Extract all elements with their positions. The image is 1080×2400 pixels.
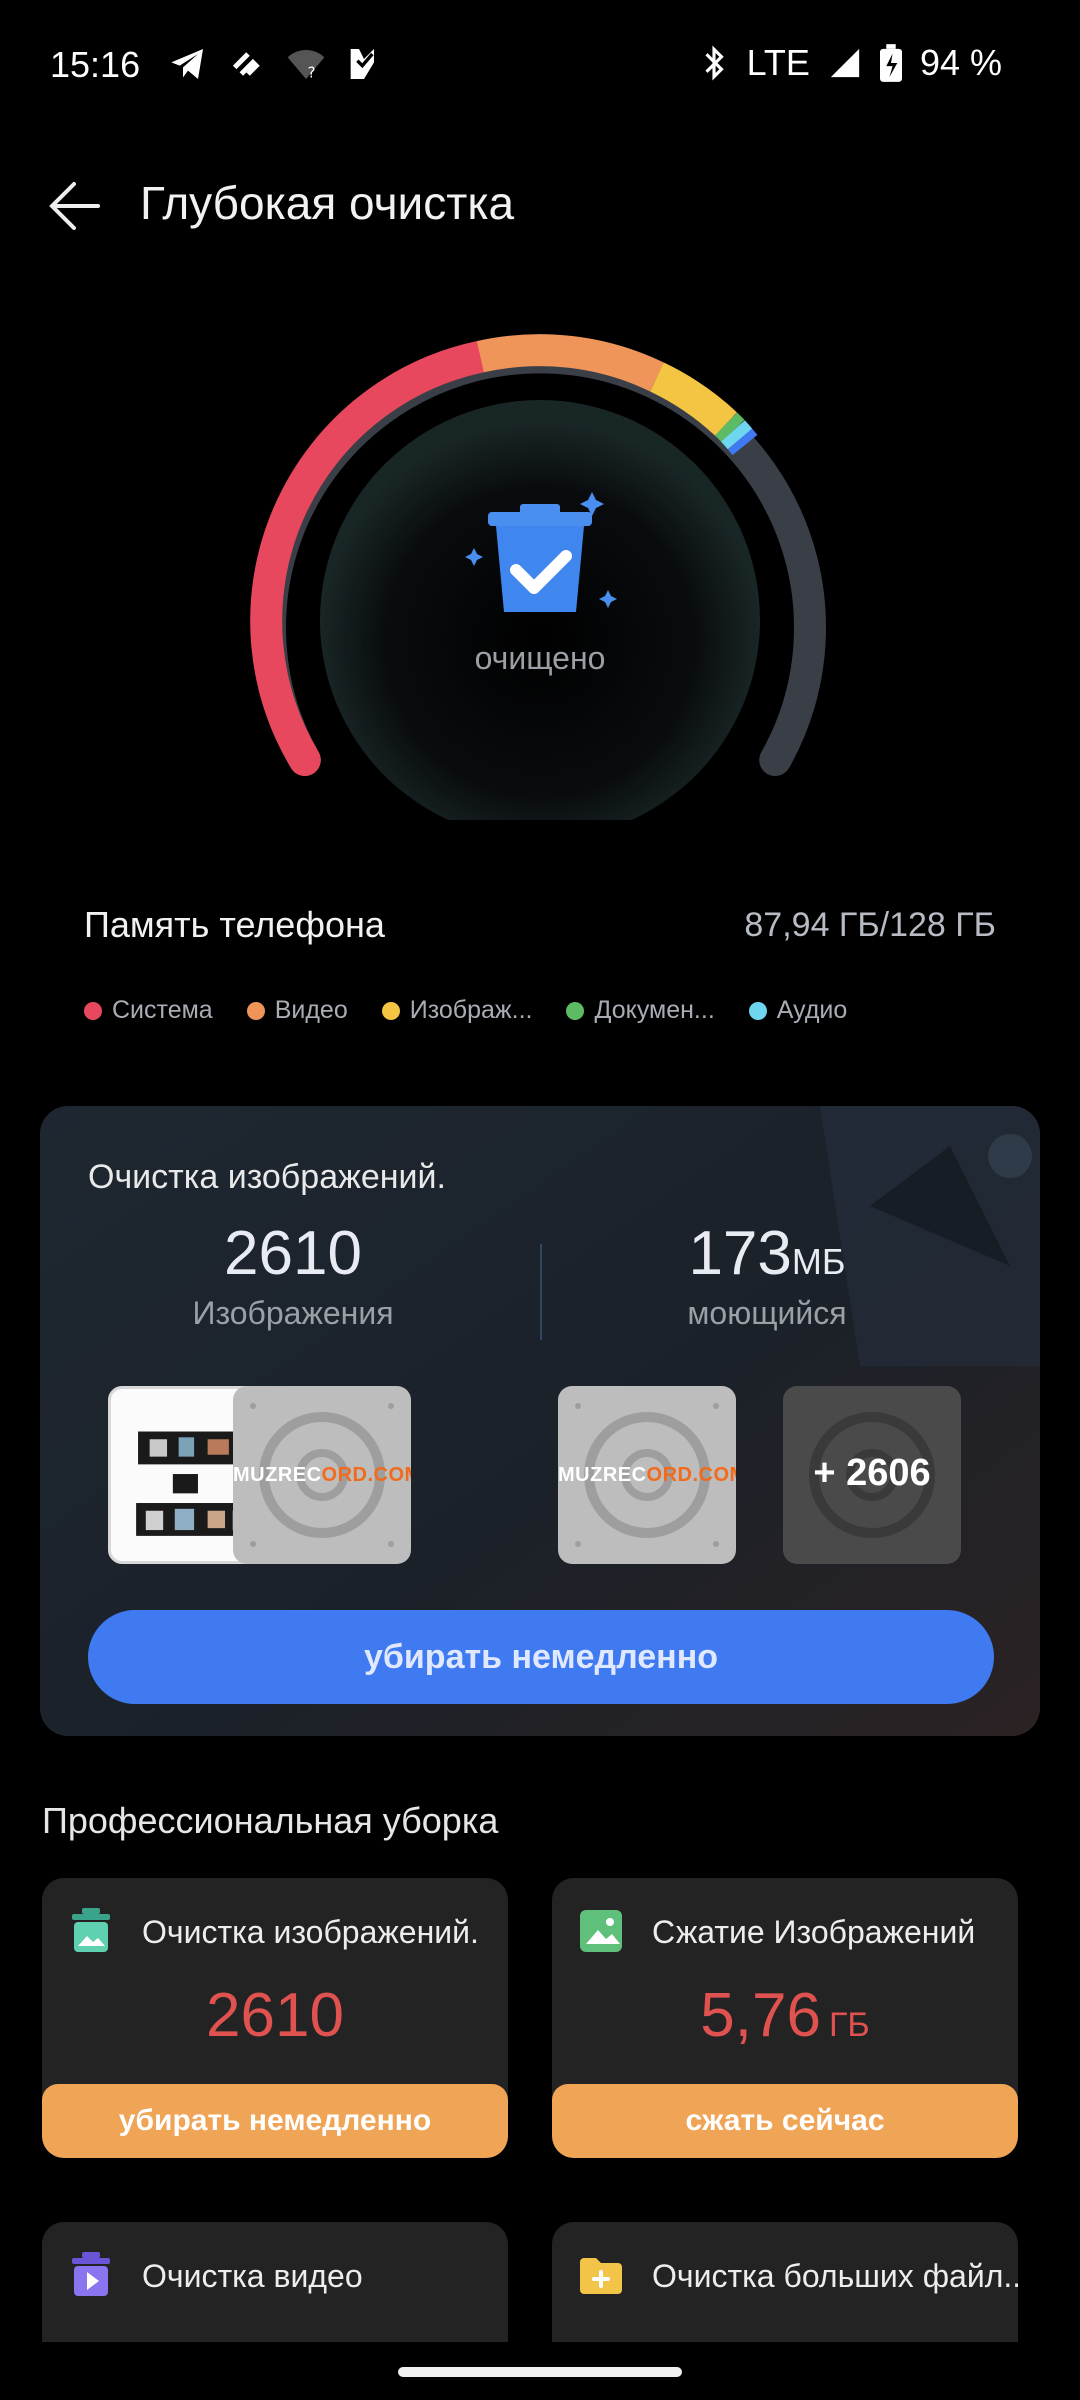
status-bar: 15:16 ? LTE 94 % bbox=[0, 0, 1080, 130]
gauge-status: очищено bbox=[474, 640, 606, 676]
legend-label: Изображ... bbox=[409, 996, 533, 1024]
signal-icon bbox=[830, 48, 860, 78]
folder-plus-icon bbox=[580, 2258, 622, 2294]
image-count-stat: 2610 Изображения bbox=[93, 1218, 493, 1332]
app-badge-icon bbox=[350, 49, 374, 79]
tile-image-compression[interactable]: Сжатие Изображений 5,76 ГБ сжать сейчас bbox=[552, 1878, 1018, 2158]
more-images-thumbnail[interactable]: + 2606 bbox=[783, 1386, 961, 1564]
tile-clean-button[interactable]: убирать немедленно bbox=[42, 2084, 508, 2158]
cleanable-size-label: моющийся bbox=[687, 1295, 847, 1331]
cleanable-size-stat: 173МБ моющийся bbox=[567, 1218, 967, 1332]
back-arrow-icon[interactable] bbox=[40, 170, 112, 242]
tile-title: Очистка видео bbox=[142, 2258, 363, 2294]
watermark-text: MUZRECORD.COM bbox=[558, 1464, 736, 1486]
memory-legend: Система Видео Изображ... Докумен... Ауди… bbox=[84, 996, 847, 1025]
bluetooth-icon bbox=[704, 45, 724, 81]
legend-label: Видео bbox=[274, 996, 348, 1024]
image-thumbnail[interactable]: MUZRECORD.COM bbox=[233, 1386, 411, 1564]
image-compress-icon bbox=[580, 1910, 622, 1952]
svg-text:?: ? bbox=[308, 63, 316, 81]
cleanable-size-unit: МБ bbox=[791, 1241, 846, 1282]
legend-label: Докумен... bbox=[594, 996, 715, 1024]
legend-label: Аудио bbox=[776, 996, 848, 1024]
wifi-unknown-icon: ? bbox=[287, 50, 325, 81]
legend-label: Система bbox=[112, 996, 213, 1024]
stat-divider bbox=[540, 1244, 542, 1340]
tile-value: 2610 bbox=[206, 1981, 344, 2050]
app-notification-icon bbox=[232, 52, 260, 76]
tile-value-wrap: 5,76 ГБ bbox=[552, 1980, 1018, 2051]
network-type: LTE bbox=[746, 42, 810, 83]
home-indicator[interactable] bbox=[398, 2367, 682, 2377]
legend-video: Видео bbox=[246, 996, 348, 1025]
legend-documents: Докумен... bbox=[566, 996, 715, 1025]
tile-title: Сжатие Изображений bbox=[652, 1914, 976, 1950]
tile-compress-button[interactable]: сжать сейчас bbox=[552, 2084, 1018, 2158]
status-right: LTE 94 % bbox=[699, 42, 1002, 84]
tile-video-cleanup[interactable]: Очистка видео bbox=[42, 2222, 508, 2342]
legend-images: Изображ... bbox=[381, 996, 533, 1025]
cleanable-size: 173 bbox=[688, 1219, 792, 1288]
video-trash-icon bbox=[72, 2252, 110, 2296]
card-title: Очистка изображений. bbox=[88, 1158, 446, 1196]
tile-image-cleanup[interactable]: Очистка изображений. 2610 убирать немедл… bbox=[42, 1878, 508, 2158]
memory-label: Память телефона bbox=[84, 904, 385, 945]
image-trash-icon bbox=[72, 1908, 110, 1952]
tile-title: Очистка изображений. bbox=[142, 1914, 479, 1950]
tile-value-unit: ГБ bbox=[828, 2006, 870, 2044]
storage-gauge bbox=[250, 334, 826, 820]
more-count: + 2606 bbox=[813, 1452, 931, 1494]
watermark-text: MUZRECORD.COM bbox=[233, 1464, 411, 1486]
memory-value: 87,94 ГБ/128 ГБ bbox=[744, 906, 996, 944]
legend-system: Система bbox=[84, 996, 213, 1025]
tile-title: Очистка больших файл... bbox=[652, 2258, 1018, 2294]
tile-large-files[interactable]: Очистка больших файл... bbox=[552, 2222, 1018, 2342]
image-count: 2610 bbox=[224, 1219, 362, 1288]
clean-now-button[interactable]: убирать немедленно bbox=[88, 1610, 994, 1704]
battery-level: 94 % bbox=[919, 42, 1002, 83]
image-count-label: Изображения bbox=[192, 1295, 394, 1331]
section-title: Профессиональная уборка bbox=[42, 1800, 499, 1841]
page-title: Глубокая очистка bbox=[140, 177, 515, 229]
telegram-icon bbox=[171, 49, 203, 79]
tile-value: 5,76 bbox=[700, 1981, 821, 2050]
status-time: 15:16 bbox=[50, 44, 141, 85]
image-thumbnail[interactable]: MUZRECORD.COM bbox=[558, 1386, 736, 1564]
legend-audio: Аудио bbox=[748, 996, 848, 1025]
image-cleanup-card[interactable]: Очистка изображений. 2610 Изображения 17… bbox=[40, 1106, 1040, 1736]
battery-icon bbox=[879, 44, 902, 82]
